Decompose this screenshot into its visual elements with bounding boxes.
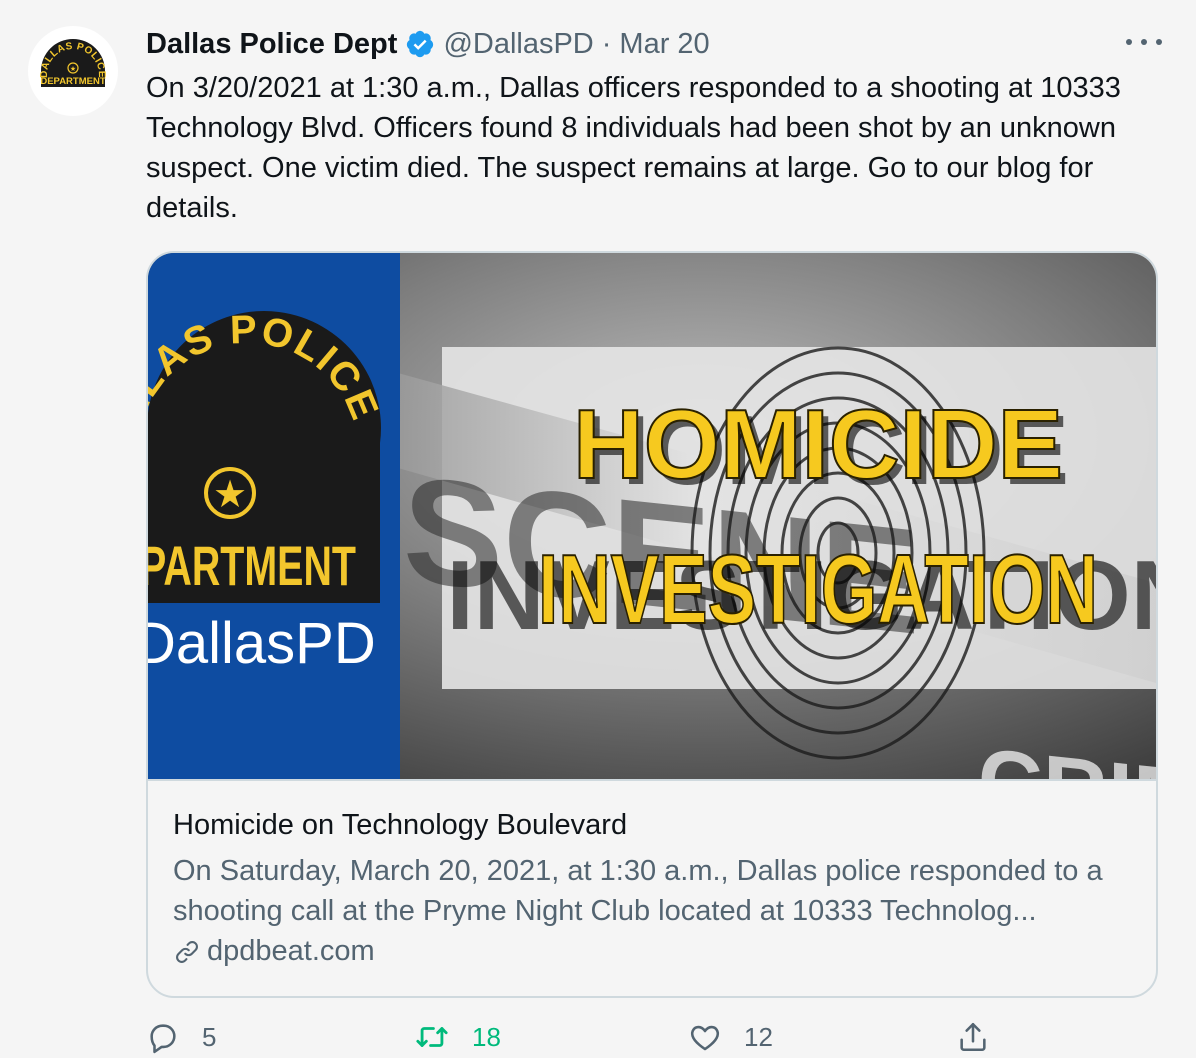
card-divider [148,779,1156,781]
retweet-button[interactable]: 18 [414,1020,501,1054]
reply-button[interactable]: 5 [146,1020,216,1054]
share-icon [960,1022,986,1052]
retweet-icon [416,1027,448,1047]
link-icon [176,940,198,963]
card-title[interactable]: Homicide on Technology Boulevard [173,809,627,842]
card-badge-department-text: PARTMENT [148,534,356,597]
card-domain[interactable]: dpdbeat.com [207,935,375,968]
link-preview-card[interactable]: SCENE CRIME HOMICIDE HOMICIDE [146,251,1158,998]
tweet-header: Dallas Police Dept @DallasPD · Mar 20 [146,24,710,64]
author-name[interactable]: Dallas Police Dept [146,28,397,61]
retweet-count: 18 [472,1021,501,1052]
card-domain-row[interactable]: dpdbeat.com [173,935,375,968]
star-icon: ★ [213,472,247,516]
avatar-badge-department-text: DEPARTMENT [40,76,105,87]
verified-badge-icon [407,30,434,58]
headline-line1: HOMICIDE [573,389,1063,499]
avatar[interactable]: DALLAS POLICE ★ DEPARTMENT [28,26,118,116]
action-bar: 5 18 12 [146,1020,1166,1058]
heart-icon [690,1025,720,1051]
like-count: 12 [744,1021,773,1052]
share-button[interactable] [956,1020,990,1054]
tweet-date[interactable]: Mar 20 [619,28,709,61]
police-badge-icon: DALLAS POLICE ★ DEPARTMENT [39,39,107,87]
headline-line2: INVESTIGATION [538,534,1098,644]
tweet-text: On 3/20/2021 at 1:30 a.m., Dallas office… [146,72,1121,224]
header-separator: · [601,27,612,60]
reply-icon [150,1024,176,1054]
author-handle[interactable]: @DallasPD [443,28,593,61]
card-brand-text: DallasPD [148,611,376,676]
more-options-icon[interactable] [1126,30,1162,54]
reply-count: 5 [202,1021,217,1052]
tweet[interactable]: DALLAS POLICE ★ DEPARTMENT Dallas Police… [0,0,1196,1058]
card-image: SCENE CRIME HOMICIDE HOMICIDE [148,253,1156,779]
svg-text:★: ★ [70,65,76,73]
card-description: On Saturday, March 20, 2021, at 1:30 a.m… [173,855,1103,927]
like-button[interactable]: 12 [688,1020,773,1054]
